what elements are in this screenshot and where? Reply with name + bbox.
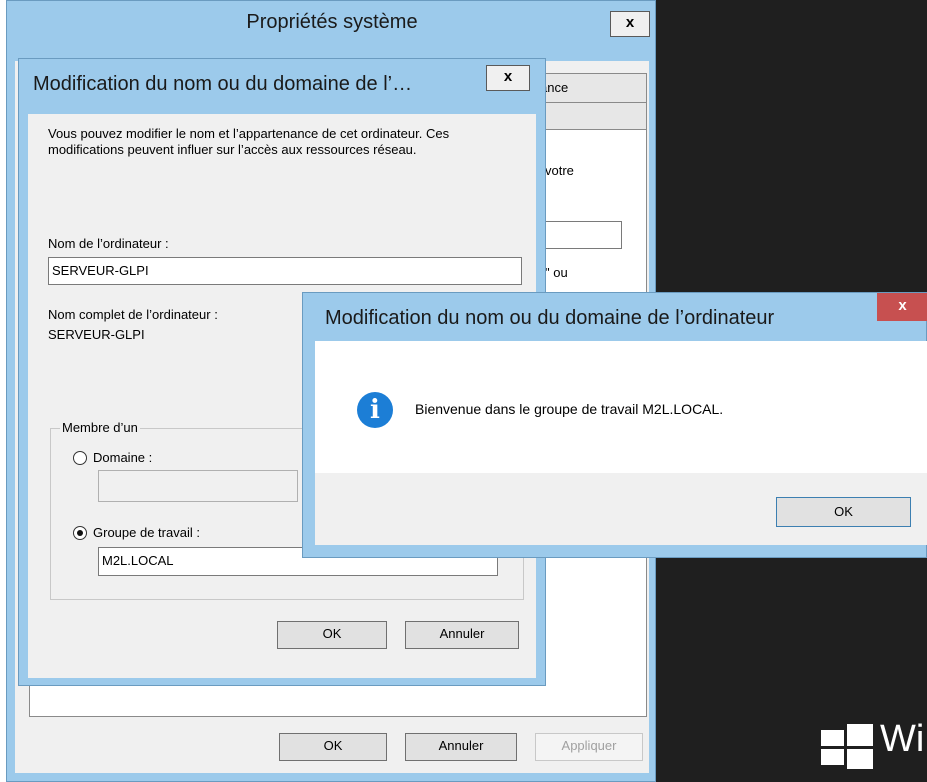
full-name-value: SERVEUR-GLPI	[48, 327, 145, 342]
ok-button[interactable]: OK	[776, 497, 911, 527]
cancel-button[interactable]: Annuler	[405, 733, 517, 761]
dialog-description: Vous pouvez modifier le nom et l’apparte…	[48, 126, 450, 157]
computer-name-input[interactable]: SERVEUR-GLPI	[48, 257, 522, 285]
dialog-title: Modification du nom ou du domaine de l’…	[33, 73, 413, 95]
close-button[interactable]: x	[877, 293, 927, 321]
workgroup-radio[interactable]	[73, 526, 87, 540]
message-content: i Bienvenue dans le groupe de travail M2…	[315, 341, 927, 473]
tab-secondary[interactable]	[533, 102, 647, 130]
cancel-button[interactable]: Annuler	[405, 621, 519, 649]
domain-label: Domaine :	[93, 450, 153, 465]
partial-description-text: votre	[545, 163, 574, 178]
computer-name-value: SERVEUR-GLPI	[52, 263, 149, 278]
member-of-legend: Membre d’un	[60, 420, 140, 435]
message-box-title: Modification du nom ou du domaine de l’o…	[325, 307, 775, 329]
domain-radio[interactable]	[73, 451, 87, 465]
welcome-message-box: Modification du nom ou du domaine de l’o…	[302, 292, 927, 558]
close-button[interactable]: x	[610, 11, 650, 37]
workgroup-label: Groupe de travail :	[93, 525, 200, 540]
ok-button[interactable]: OK	[277, 621, 387, 649]
close-button[interactable]: x	[486, 65, 530, 91]
partial-textbox[interactable]	[545, 221, 622, 249]
windows-logo-icon	[821, 724, 873, 769]
full-name-label: Nom complet de l’ordinateur :	[48, 307, 218, 322]
message-text: Bienvenue dans le groupe de travail M2L.…	[415, 401, 724, 417]
workgroup-value: M2L.LOCAL	[102, 553, 174, 568]
partial-description-text-2: " ou	[545, 265, 568, 280]
apply-button[interactable]: Appliquer	[535, 733, 643, 761]
tab-remote[interactable]: ance	[533, 73, 647, 103]
message-footer: OK	[315, 473, 927, 545]
info-icon: i	[357, 392, 393, 428]
computer-name-label: Nom de l’ordinateur :	[48, 236, 169, 251]
domain-input[interactable]	[98, 470, 298, 502]
ok-button[interactable]: OK	[279, 733, 387, 761]
window-title: Propriétés système	[246, 11, 418, 33]
desktop-brand-text: Wi	[880, 718, 925, 760]
